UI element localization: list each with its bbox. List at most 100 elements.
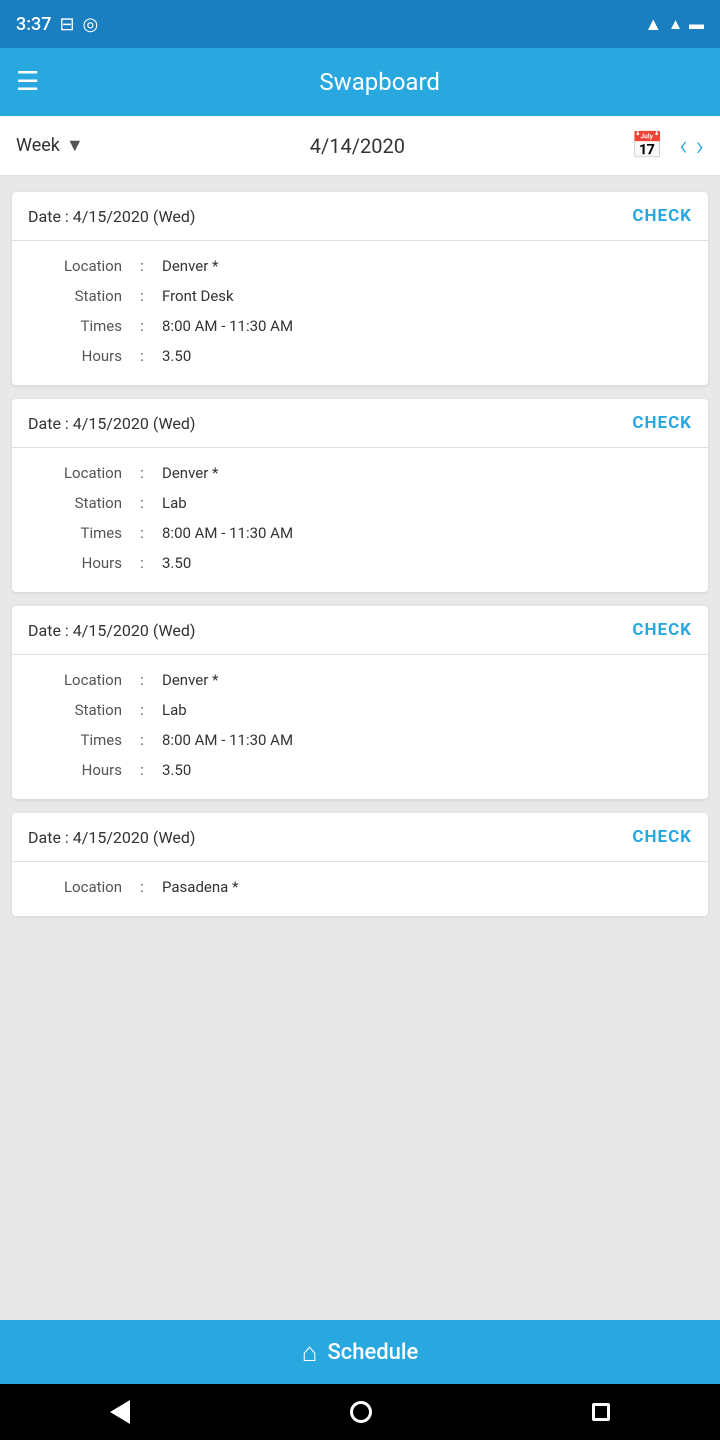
station-row-2: Station : Lab	[32, 488, 688, 518]
hours-row-2: Hours : 3.50	[32, 548, 688, 578]
chevron-down-icon[interactable]: ▼	[66, 135, 84, 156]
location-row-1: Location : Denver *	[32, 251, 688, 281]
shift-card-3: Date : 4/15/2020 (Wed) CHECK Location : …	[12, 606, 708, 799]
date-display: 4/14/2020	[92, 134, 623, 158]
station-label-1: Station	[32, 287, 122, 305]
times-row-1: Times : 8:00 AM - 11:30 AM	[32, 311, 688, 341]
card-body-4: Location : Pasadena *	[12, 862, 708, 916]
station-sep-1: :	[122, 287, 162, 305]
shift-card-1: Date : 4/15/2020 (Wed) CHECK Location : …	[12, 192, 708, 385]
times-sep-3: :	[122, 731, 162, 749]
signal-icon: ▲	[668, 15, 683, 33]
status-time: 3:37	[16, 14, 51, 35]
times-label-3: Times	[32, 731, 122, 749]
times-sep-2: :	[122, 524, 162, 542]
check-button-1[interactable]: CHECK	[632, 206, 692, 226]
station-value-2: Lab	[162, 494, 187, 512]
location-row-4: Location : Pasadena *	[32, 872, 688, 902]
times-row-2: Times : 8:00 AM - 11:30 AM	[32, 518, 688, 548]
hours-label-3: Hours	[32, 761, 122, 779]
week-selector[interactable]: Week ▼	[16, 135, 84, 156]
app-title: Swapboard	[55, 68, 704, 96]
hours-value-3: 3.50	[162, 761, 191, 779]
station-label-2: Station	[32, 494, 122, 512]
card-header-4: Date : 4/15/2020 (Wed) CHECK	[12, 813, 708, 862]
schedule-button[interactable]: ⌂ Schedule	[302, 1337, 419, 1368]
station-label-3: Station	[32, 701, 122, 719]
date-bar: Week ▼ 4/14/2020 📅 ‹ ›	[0, 116, 720, 176]
hours-value-1: 3.50	[162, 347, 191, 365]
location-value-2: Denver *	[162, 464, 218, 482]
android-nav-bar	[0, 1384, 720, 1440]
hours-sep-2: :	[122, 554, 162, 572]
station-sep-2: :	[122, 494, 162, 512]
hours-row-1: Hours : 3.50	[32, 341, 688, 371]
location-sep-1: :	[122, 257, 162, 275]
card-body-1: Location : Denver * Station : Front Desk…	[12, 241, 708, 385]
times-value-3: 8:00 AM - 11:30 AM	[162, 731, 293, 749]
location-icon: ◎	[83, 14, 99, 35]
week-label: Week	[16, 135, 60, 156]
check-button-4[interactable]: CHECK	[632, 827, 692, 847]
battery-icon: ▬	[689, 15, 704, 33]
calendar-icon[interactable]: 📅	[631, 131, 663, 161]
prev-arrow-icon[interactable]: ‹	[679, 129, 687, 162]
card-body-3: Location : Denver * Station : Lab Times …	[12, 655, 708, 799]
station-row-3: Station : Lab	[32, 695, 688, 725]
station-value-1: Front Desk	[162, 287, 234, 305]
location-value-4: Pasadena *	[162, 878, 238, 896]
location-sep-4: :	[122, 878, 162, 896]
location-label-4: Location	[32, 878, 122, 896]
check-button-2[interactable]: CHECK	[632, 413, 692, 433]
location-value-1: Denver *	[162, 257, 218, 275]
location-row-2: Location : Denver *	[32, 458, 688, 488]
location-label-1: Location	[32, 257, 122, 275]
wifi-icon: ▲	[644, 14, 662, 35]
nav-arrows: ‹ ›	[679, 129, 704, 162]
shift-card-4: Date : 4/15/2020 (Wed) CHECK Location : …	[12, 813, 708, 916]
card-date-2: Date : 4/15/2020 (Wed)	[28, 414, 196, 433]
card-header-3: Date : 4/15/2020 (Wed) CHECK	[12, 606, 708, 655]
home-icon: ⌂	[302, 1337, 318, 1368]
times-value-1: 8:00 AM - 11:30 AM	[162, 317, 293, 335]
check-button-3[interactable]: CHECK	[632, 620, 692, 640]
recents-button[interactable]	[592, 1403, 610, 1421]
hours-value-2: 3.50	[162, 554, 191, 572]
location-sep-2: :	[122, 464, 162, 482]
times-row-3: Times : 8:00 AM - 11:30 AM	[32, 725, 688, 755]
card-header-1: Date : 4/15/2020 (Wed) CHECK	[12, 192, 708, 241]
next-arrow-icon[interactable]: ›	[696, 129, 704, 162]
card-body-2: Location : Denver * Station : Lab Times …	[12, 448, 708, 592]
times-label-2: Times	[32, 524, 122, 542]
schedule-label: Schedule	[327, 1340, 418, 1365]
notification-icon: ⊟	[59, 14, 74, 35]
hours-sep-3: :	[122, 761, 162, 779]
back-button[interactable]	[110, 1400, 130, 1424]
hamburger-menu-icon[interactable]: ☰	[16, 67, 39, 97]
location-sep-3: :	[122, 671, 162, 689]
times-value-2: 8:00 AM - 11:30 AM	[162, 524, 293, 542]
card-date-3: Date : 4/15/2020 (Wed)	[28, 621, 196, 640]
station-sep-3: :	[122, 701, 162, 719]
times-label-1: Times	[32, 317, 122, 335]
home-button[interactable]	[350, 1401, 372, 1423]
main-content: Date : 4/15/2020 (Wed) CHECK Location : …	[0, 176, 720, 1320]
shift-card-2: Date : 4/15/2020 (Wed) CHECK Location : …	[12, 399, 708, 592]
location-value-3: Denver *	[162, 671, 218, 689]
bottom-nav-bar[interactable]: ⌂ Schedule	[0, 1320, 720, 1384]
station-value-3: Lab	[162, 701, 187, 719]
hours-label-1: Hours	[32, 347, 122, 365]
hours-sep-1: :	[122, 347, 162, 365]
card-header-2: Date : 4/15/2020 (Wed) CHECK	[12, 399, 708, 448]
hours-label-2: Hours	[32, 554, 122, 572]
card-date-1: Date : 4/15/2020 (Wed)	[28, 207, 196, 226]
location-row-3: Location : Denver *	[32, 665, 688, 695]
location-label-3: Location	[32, 671, 122, 689]
card-date-4: Date : 4/15/2020 (Wed)	[28, 828, 196, 847]
station-row-1: Station : Front Desk	[32, 281, 688, 311]
hours-row-3: Hours : 3.50	[32, 755, 688, 785]
location-label-2: Location	[32, 464, 122, 482]
status-bar: 3:37 ⊟ ◎ ▲ ▲ ▬	[0, 0, 720, 48]
app-bar: ☰ Swapboard	[0, 48, 720, 116]
times-sep-1: :	[122, 317, 162, 335]
